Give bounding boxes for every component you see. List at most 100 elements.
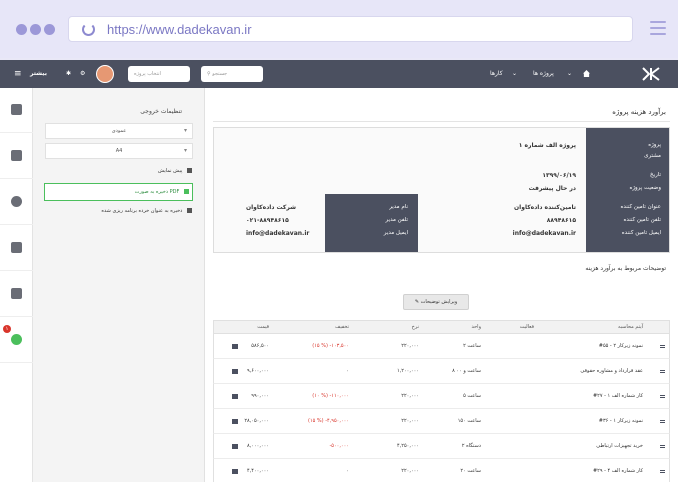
row-menu-icon[interactable] [660, 345, 665, 348]
cell-price: ۲۸,۰۵۰,۰۰۰ [244, 418, 269, 424]
cell-price: ۴,۴۰۰,۰۰۰ [247, 468, 269, 474]
cell-rate: ۴,۲۵۰,۰۰۰ [397, 443, 419, 449]
row-menu-icon[interactable] [660, 420, 665, 423]
reload-icon[interactable] [82, 23, 95, 36]
settings-icon[interactable]: ⚙ [80, 60, 85, 88]
cell-item: عقد قرارداد و مشاوره حقوقی [580, 368, 643, 374]
chevron-down-icon[interactable]: ⌄ [512, 60, 517, 88]
label-column: پروژه مشتری تاریخ وضعیت پروژه عنوان تامی… [586, 128, 669, 252]
label-date: تاریخ [650, 172, 661, 178]
save-plan-option[interactable]: ذخیره به عنوان خرده برنامه ریزی شده [101, 208, 192, 214]
table-row[interactable]: #۵۵ - نمونه زیرکار ۲ ۲ ساعت ۲۲۰,۰۰۰ (۱۵ %) … [213, 334, 670, 359]
cell-unit: ۲ دستگاه [461, 443, 481, 449]
chat-icon [11, 288, 22, 299]
cell-rate: ۲۲۰,۰۰۰ [401, 468, 419, 474]
cell-unit: ۵ ساعت [463, 393, 481, 399]
edit-description-button[interactable]: ✎ ویرایش توضیحات [403, 294, 469, 310]
user-name[interactable]: بیشتر [30, 60, 47, 88]
output-settings-panel: تنظیمات خروجی عمودی ▾ A4 ▾ پیش نمایش ذخی… [33, 88, 205, 482]
gear-icon[interactable]: ✱ [66, 60, 71, 88]
home-icon[interactable] [583, 70, 590, 77]
cell-item: #۵۵ - نمونه زیرکار ۲ [598, 343, 643, 349]
chevron-down-icon[interactable]: ⌄ [567, 60, 572, 88]
project-name: پروژه الف شماره ۱ [518, 142, 576, 149]
calculator-icon[interactable] [232, 419, 238, 424]
calculator-icon[interactable] [232, 369, 238, 374]
cell-discount: (۱۰ %) -۱۱۰,۰۰۰ [312, 393, 349, 399]
company-name: شرکت داده‌کاوان [246, 204, 296, 211]
table-row[interactable]: #۳۶ - نمونه زیرکار ۱ ۱۵۰ ساعت ۲۲۰,۰۰۰ (۱۵ %… [213, 409, 670, 434]
logo [642, 67, 660, 81]
table-row[interactable]: عقد قرارداد و مشاوره حقوقی ۸ ساعت و ۰۰ ۱,۲… [213, 359, 670, 384]
table-row[interactable]: #۲۹ - کار شماره الف ۴ ۲۰ ساعت ۲۲۰,۰۰۰ ۰ ۴,۴۰… [213, 459, 670, 482]
panel-title: تنظیمات خروجی [140, 108, 182, 115]
calculator-icon[interactable] [232, 469, 238, 474]
address-bar[interactable]: https://www.dadekavan.ir [68, 16, 633, 42]
table-header: آیتم محاسبه فعالیت واحد نرخ تخفیف قیمت [213, 320, 670, 334]
label-supplier-phone: تلفن تامین کننده [623, 217, 661, 223]
col-header-item: آیتم محاسبه [617, 324, 643, 330]
supplier-phone: ۸۸۹۴۸۶۱۵ [546, 217, 576, 224]
project-select[interactable]: انتخاب پروژه [128, 66, 190, 82]
col-header-price: قیمت [257, 324, 269, 330]
alarm-icon [11, 334, 22, 345]
supplier-name: تامین‌کننده داده‌کاوان [514, 204, 576, 211]
hamburger-menu-icon[interactable] [650, 21, 666, 35]
label-project: پروژه [648, 142, 661, 148]
browser-window: https://www.dadekavan.ir ⌄ پروژه ها ⌄ کا… [0, 0, 678, 482]
rail-chat[interactable] [0, 272, 33, 317]
cell-rate: ۲۲۰,۰۰۰ [401, 418, 419, 424]
window-dot [30, 24, 41, 35]
calculator-icon[interactable] [232, 444, 238, 449]
manager-label-column: نام مدیر تلفن مدیر ایمیل مدیر [325, 194, 418, 252]
cell-price: ۹۹۰,۰۰۰ [251, 393, 269, 399]
table-row[interactable]: #۲۷ - کار شماره الف ۱ ۵ ساعت ۲۲۰,۰۰۰ (۱۰ %)… [213, 384, 670, 409]
cell-discount: ۰ [346, 468, 349, 474]
cell-unit: ۲ ساعت [463, 343, 481, 349]
orientation-select[interactable]: عمودی ▾ [45, 123, 193, 139]
col-header-discount: تخفیف [335, 324, 349, 330]
rail-flag[interactable] [0, 88, 33, 133]
chevron-down-icon: ▾ [183, 147, 187, 154]
paper-size-select[interactable]: A4 ▾ [45, 143, 193, 159]
side-rail [0, 88, 33, 482]
rail-idea[interactable] [0, 180, 33, 225]
calculator-icon[interactable] [232, 344, 238, 349]
rail-tasks[interactable] [0, 226, 33, 271]
cell-item: #۲۷ - کار شماره الف ۱ [592, 393, 643, 399]
window-dot [16, 24, 27, 35]
description-label: توضیحات مربوط به برآورد هزینه [585, 265, 666, 272]
search-icon: ⚲ [207, 71, 211, 77]
url-text: https://www.dadekavan.ir [107, 22, 252, 37]
row-menu-icon[interactable] [660, 445, 665, 448]
check-icon [11, 242, 22, 253]
cell-rate: ۲۲۰,۰۰۰ [401, 343, 419, 349]
supplier-email: info@dadekavan.ir [512, 230, 576, 237]
row-menu-icon[interactable] [660, 470, 665, 473]
col-header-activity: فعالیت [519, 324, 534, 330]
cell-unit: ۸ ساعت و ۰۰ [452, 368, 481, 374]
preview-option[interactable]: پیش نمایش [158, 168, 192, 174]
nav-projects[interactable]: پروژه ها [533, 60, 554, 88]
rail-user[interactable] [0, 134, 33, 179]
col-header-rate: نرخ [411, 324, 419, 330]
nav-tasks[interactable]: کارها [490, 60, 503, 88]
search-input[interactable]: ⚲ جستجو [201, 66, 263, 82]
flag-icon [11, 104, 22, 115]
browser-chrome: https://www.dadekavan.ir [0, 0, 678, 58]
project-info-box: پروژه مشتری تاریخ وضعیت پروژه عنوان تامی… [213, 127, 670, 253]
cell-item: خرید تجهیزات ارتباطی [596, 443, 643, 449]
menu-icon[interactable]: ≡ [14, 60, 22, 88]
label-supplier-email: ایمیل تامین کننده [621, 230, 661, 236]
row-menu-icon[interactable] [660, 395, 665, 398]
table-body: #۵۵ - نمونه زیرکار ۲ ۲ ساعت ۲۲۰,۰۰۰ (۱۵ %) … [213, 334, 670, 482]
save-pdf-option[interactable]: ذخیره به صورت PDF [44, 183, 193, 201]
notification-badge: ۱ [3, 325, 11, 333]
row-menu-icon[interactable] [660, 370, 665, 373]
calculator-icon[interactable] [232, 394, 238, 399]
table-row[interactable]: خرید تجهیزات ارتباطی ۲ دستگاه ۴,۲۵۰,۰۰۰ -۵۰… [213, 434, 670, 459]
cell-unit: ۲۰ ساعت [460, 468, 481, 474]
avatar[interactable] [96, 65, 114, 83]
cost-table: آیتم محاسبه فعالیت واحد نرخ تخفیف قیمت #… [213, 320, 670, 482]
window-dot [44, 24, 55, 35]
